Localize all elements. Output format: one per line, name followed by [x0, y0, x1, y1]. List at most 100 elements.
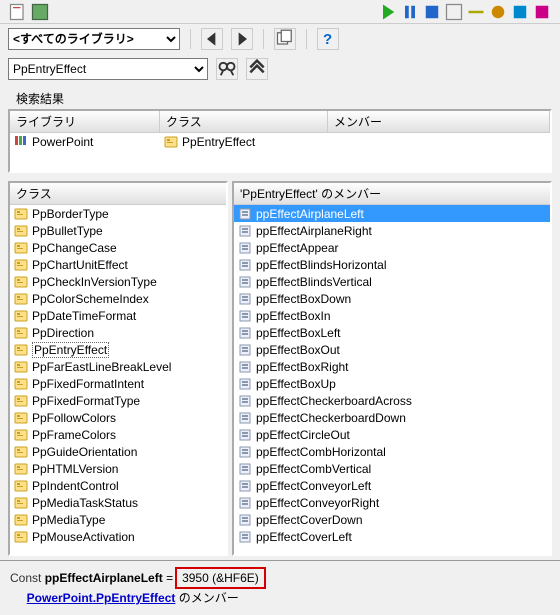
member-item[interactable]: ppEffectBoxRight [234, 358, 550, 375]
const-icon [238, 429, 252, 441]
toolbar-icon[interactable] [30, 2, 50, 22]
col-header-library[interactable]: ライブラリ [10, 111, 160, 132]
class-item[interactable]: PpFixedFormatType [10, 392, 226, 409]
member-item[interactable]: ppEffectCircleOut [234, 426, 550, 443]
const-icon [238, 225, 252, 237]
member-item[interactable]: ppEffectBoxDown [234, 290, 550, 307]
member-item[interactable]: ppEffectBlindsVertical [234, 273, 550, 290]
search-button[interactable] [216, 58, 238, 80]
class-item-label: PpBulletType [32, 224, 103, 238]
library-combo[interactable]: <すべてのライブラリ> [8, 28, 180, 50]
member-item[interactable]: ppEffectConveyorLeft [234, 477, 550, 494]
classes-list[interactable]: PpBorderTypePpBulletTypePpChangeCasePpCh… [10, 205, 226, 554]
class-item[interactable]: PpFrameColors [10, 426, 226, 443]
const-icon [238, 259, 252, 271]
pause-icon[interactable] [400, 2, 420, 22]
class-item[interactable]: PpEntryEffect [10, 341, 226, 358]
help-button[interactable]: ? [317, 28, 339, 50]
class-item-label: PpFixedFormatIntent [32, 377, 144, 391]
member-item[interactable]: ppEffectCombVertical [234, 460, 550, 477]
class-item[interactable]: PpFollowColors [10, 409, 226, 426]
class-item[interactable]: PpMouseActivation [10, 528, 226, 545]
member-item-label: ppEffectConveyorLeft [256, 479, 371, 493]
member-item[interactable]: ppEffectCheckerboardDown [234, 409, 550, 426]
classes-header: クラス [10, 183, 226, 205]
class-item[interactable]: PpBorderType [10, 205, 226, 222]
class-item-label: PpChangeCase [32, 241, 117, 255]
toolbar-icon[interactable] [532, 2, 552, 22]
class-item[interactable]: PpFixedFormatIntent [10, 375, 226, 392]
col-header-class[interactable]: クラス [160, 111, 328, 132]
member-item[interactable]: ppEffectAirplaneRight [234, 222, 550, 239]
search-result-row[interactable]: PowerPoint PpEntryEffect [10, 133, 550, 150]
member-item[interactable]: ppEffectBoxIn [234, 307, 550, 324]
const-name: ppEffectAirplaneLeft [45, 569, 163, 587]
member-item-label: ppEffectBoxUp [256, 377, 336, 391]
member-item[interactable]: ppEffectCoverDown [234, 511, 550, 528]
member-item[interactable]: ppEffectAppear [234, 239, 550, 256]
member-item[interactable]: ppEffectBoxUp [234, 375, 550, 392]
search-results-header: ライブラリ クラス メンバー [10, 111, 550, 133]
const-icon [238, 327, 252, 339]
toolbar-icon[interactable] [466, 2, 486, 22]
toolbar-icon[interactable] [8, 2, 28, 22]
forward-button[interactable] [231, 28, 253, 50]
footer-link-library[interactable]: PowerPoint [27, 591, 93, 605]
members-header: 'PpEntryEffect' のメンバー [234, 183, 550, 205]
member-item[interactable]: ppEffectCombHorizontal [234, 443, 550, 460]
toolbar-icon[interactable] [444, 2, 464, 22]
class-icon [14, 446, 28, 458]
class-item[interactable]: PpIndentControl [10, 477, 226, 494]
member-item[interactable]: ppEffectBoxOut [234, 341, 550, 358]
class-icon [14, 429, 28, 441]
class-icon [14, 259, 28, 271]
member-item-label: ppEffectCheckerboardDown [256, 411, 406, 425]
class-item-label: PpMouseActivation [32, 530, 135, 544]
back-button[interactable] [201, 28, 223, 50]
search-combo[interactable]: PpEntryEffect [8, 58, 208, 80]
class-item[interactable]: PpMediaType [10, 511, 226, 528]
class-item[interactable]: PpMediaTaskStatus [10, 494, 226, 511]
stop-icon[interactable] [422, 2, 442, 22]
class-item-label: PpGuideOrientation [32, 445, 137, 459]
toolbar-icon[interactable] [488, 2, 508, 22]
copy-module-button[interactable] [274, 28, 296, 50]
class-item[interactable]: PpFarEastLineBreakLevel [10, 358, 226, 375]
member-item[interactable]: ppEffectBlindsHorizontal [234, 256, 550, 273]
member-item[interactable]: ppEffectAirplaneLeft [234, 205, 550, 222]
svg-text:?: ? [323, 31, 332, 48]
class-icon [14, 361, 28, 373]
member-item[interactable]: ppEffectBoxLeft [234, 324, 550, 341]
class-item-label: PpFixedFormatType [32, 394, 140, 408]
member-item-label: ppEffectBoxOut [256, 343, 340, 357]
footer-link-class[interactable]: PpEntryEffect [96, 591, 175, 605]
class-item[interactable]: PpGuideOrientation [10, 443, 226, 460]
class-item[interactable]: PpBulletType [10, 222, 226, 239]
collapse-button[interactable] [246, 58, 268, 80]
class-item[interactable]: PpCheckInVersionType [10, 273, 226, 290]
class-item[interactable]: PpColorSchemeIndex [10, 290, 226, 307]
member-item[interactable]: ppEffectCoverLeft [234, 528, 550, 545]
library-icon [14, 134, 28, 149]
cell-cls: PpEntryEffect [182, 135, 255, 149]
cell-lib: PowerPoint [32, 135, 93, 149]
toolbar-icon[interactable] [510, 2, 530, 22]
class-item[interactable]: PpDirection [10, 324, 226, 341]
search-results-label: 検索結果 [16, 90, 550, 107]
class-item[interactable]: PpHTMLVersion [10, 460, 226, 477]
member-item-label: ppEffectBlindsHorizontal [256, 258, 387, 272]
class-item[interactable]: PpDateTimeFormat [10, 307, 226, 324]
class-item-label: PpEntryEffect [32, 342, 109, 358]
class-item[interactable]: PpChartUnitEffect [10, 256, 226, 273]
member-item[interactable]: ppEffectConveyorRight [234, 494, 550, 511]
members-list[interactable]: ppEffectAirplaneLeftppEffectAirplaneRigh… [234, 205, 550, 554]
const-icon [238, 361, 252, 373]
class-item-label: PpDirection [32, 326, 94, 340]
class-item-label: PpHTMLVersion [32, 462, 118, 476]
class-item[interactable]: PpChangeCase [10, 239, 226, 256]
class-icon [14, 378, 28, 390]
col-header-member[interactable]: メンバー [328, 111, 550, 132]
const-icon [238, 480, 252, 492]
member-item[interactable]: ppEffectCheckerboardAcross [234, 392, 550, 409]
run-icon[interactable] [378, 2, 398, 22]
